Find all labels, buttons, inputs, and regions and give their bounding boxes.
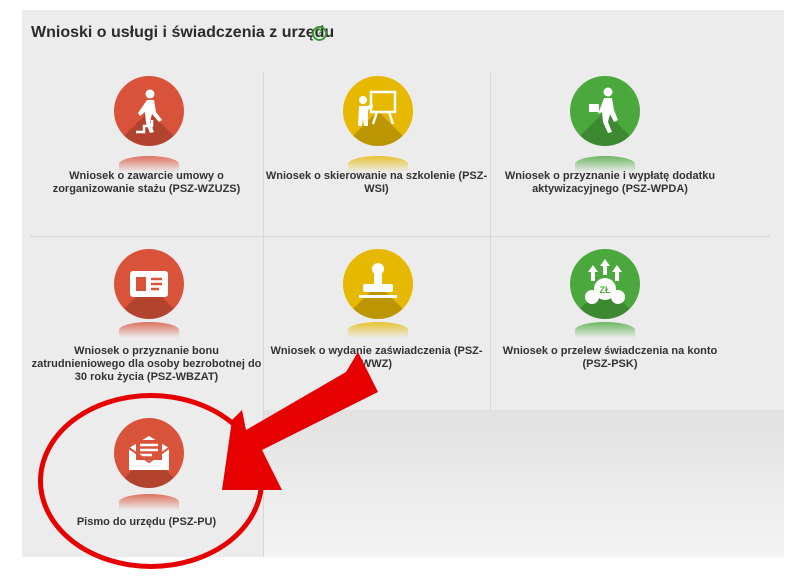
annotation-arrow	[222, 352, 378, 490]
